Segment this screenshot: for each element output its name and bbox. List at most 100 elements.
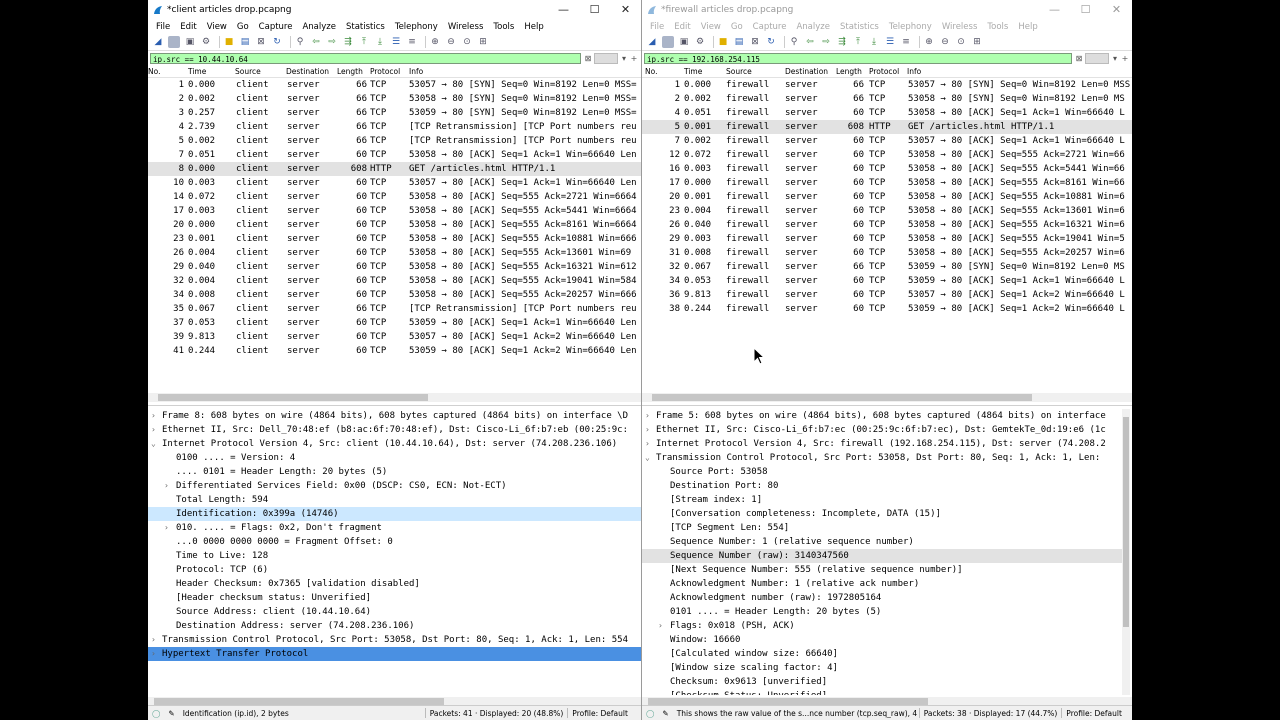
normal-size-icon[interactable]: ⊙ bbox=[955, 36, 967, 48]
detail-line[interactable]: Sequence Number: 1 (relative sequence nu… bbox=[642, 535, 1122, 549]
restart-capture-icon[interactable]: ▣ bbox=[184, 36, 196, 48]
go-back-icon[interactable]: ⇦ bbox=[310, 36, 322, 48]
normal-size-icon[interactable]: ⊙ bbox=[461, 36, 473, 48]
detail-line[interactable]: ...0 0000 0000 0000 = Fragment Offset: 0 bbox=[148, 535, 641, 549]
menu-statistics[interactable]: Statistics bbox=[341, 22, 390, 32]
maximize-button[interactable]: ☐ bbox=[1070, 0, 1101, 19]
detail-line[interactable]: 0100 .... = Version: 4 bbox=[148, 451, 641, 465]
expand-arrow-icon[interactable]: › bbox=[151, 409, 156, 423]
menu-help[interactable]: Help bbox=[1013, 22, 1042, 32]
colorize-icon[interactable]: ≡ bbox=[900, 36, 912, 48]
expand-arrow-icon[interactable]: › bbox=[164, 479, 169, 493]
menu-analyze[interactable]: Analyze bbox=[297, 22, 341, 32]
status-profile[interactable]: Profile: Default bbox=[568, 709, 632, 718]
detail-line[interactable]: Source Port: 53058 bbox=[642, 465, 1122, 479]
menu-telephony[interactable]: Telephony bbox=[390, 22, 443, 32]
hscroll-thumb[interactable] bbox=[652, 394, 1032, 401]
detail-line[interactable]: › Ethernet II, Src: Cisco-Li_6f:b7:ec (00… bbox=[642, 423, 1122, 437]
packet-row[interactable]: 31 0.008 firewall server 60 TCP 53058 → 80 [AC… bbox=[642, 246, 1132, 260]
detail-line[interactable]: [Conversation completeness: Incomplete, … bbox=[642, 507, 1122, 521]
hscroll-thumb[interactable] bbox=[158, 394, 428, 401]
packet-list-hscroll[interactable] bbox=[642, 393, 1132, 402]
detail-line[interactable]: › Ethernet II, Src: Dell_70:48:ef (b8:ac:… bbox=[148, 423, 641, 437]
save-file-icon[interactable]: ▤ bbox=[239, 36, 251, 48]
packet-row[interactable]: 41 0.244 client server 60 TCP 53059 → 80 [ACK]… bbox=[148, 344, 641, 358]
go-forward-icon[interactable]: ⇨ bbox=[326, 36, 338, 48]
col-header-time[interactable]: Time bbox=[684, 67, 702, 76]
detail-line[interactable]: [Calculated window size: 66640] bbox=[642, 647, 1122, 661]
expand-arrow-icon[interactable]: › bbox=[645, 437, 650, 451]
detail-line[interactable]: Total Length: 594 bbox=[148, 493, 641, 507]
open-file-icon[interactable]: ■ bbox=[717, 36, 729, 48]
filter-dropdown-icon[interactable]: ▾ bbox=[619, 53, 629, 63]
detail-line[interactable]: Header Checksum: 0x7365 [validation disa… bbox=[148, 577, 641, 591]
edit-comment-icon[interactable]: ✎ bbox=[164, 709, 178, 718]
packet-row[interactable]: 36 9.813 firewall server 60 TCP 53057 → 80 [AC… bbox=[642, 288, 1132, 302]
detail-line[interactable]: [Window size scaling factor: 4] bbox=[642, 661, 1122, 675]
detail-line[interactable]: › Flags: 0x018 (PSH, ACK) bbox=[642, 619, 1122, 633]
col-header-no[interactable]: No. bbox=[645, 67, 657, 76]
menu-capture[interactable]: Capture bbox=[748, 22, 792, 32]
clear-filter-icon[interactable]: ⊠ bbox=[1074, 53, 1084, 63]
packet-row[interactable]: 4 2.739 client server 66 TCP [TCP Retransmissi… bbox=[148, 120, 641, 134]
details-vscroll[interactable] bbox=[1122, 409, 1130, 695]
collapse-arrow-icon[interactable]: ⌄ bbox=[645, 451, 650, 465]
menu-telephony[interactable]: Telephony bbox=[884, 22, 937, 32]
expand-arrow-icon[interactable]: › bbox=[151, 647, 156, 661]
expert-info-icon[interactable]: ◯ bbox=[642, 709, 658, 718]
menu-tools[interactable]: Tools bbox=[982, 22, 1013, 32]
restart-capture-icon[interactable]: ▣ bbox=[678, 36, 690, 48]
detail-line[interactable]: .... 0101 = Header Length: 20 bytes (5) bbox=[148, 465, 641, 479]
packet-row[interactable]: 3 0.257 client server 66 TCP 53059 → 80 [SYN] … bbox=[148, 106, 641, 120]
packet-row[interactable]: 1 0.000 client server 66 TCP 53057 → 80 [SYN] … bbox=[148, 78, 641, 92]
packet-row[interactable]: 23 0.001 client server 60 TCP 53058 → 80 [ACK]… bbox=[148, 232, 641, 246]
detail-line[interactable]: › 010. .... = Flags: 0x2, Don't fragment bbox=[148, 521, 641, 535]
menu-file[interactable]: File bbox=[151, 22, 175, 32]
menu-statistics[interactable]: Statistics bbox=[835, 22, 884, 32]
expand-arrow-icon[interactable]: › bbox=[164, 521, 169, 535]
packet-row[interactable]: 5 0.002 client server 66 TCP [TCP Retransmissi… bbox=[148, 134, 641, 148]
packet-row[interactable]: 14 0.072 client server 60 TCP 53058 → 80 [ACK]… bbox=[148, 190, 641, 204]
detail-line[interactable]: › Internet Protocol Version 4, Src: firew… bbox=[642, 437, 1122, 451]
display-filter-input[interactable]: ip.src == 192.168.254.115 bbox=[644, 52, 1072, 64]
packet-row[interactable]: 26 0.004 client server 60 TCP 53058 → 80 [ACK]… bbox=[148, 246, 641, 260]
col-header-source[interactable]: Source bbox=[235, 67, 261, 76]
minimize-button[interactable]: — bbox=[1039, 0, 1070, 19]
reload-file-icon[interactable]: ↻ bbox=[271, 36, 283, 48]
packet-row[interactable]: 29 0.003 firewall server 60 TCP 53058 → 80 [AC… bbox=[642, 232, 1132, 246]
packet-list-hscroll[interactable] bbox=[148, 393, 641, 402]
menu-view[interactable]: View bbox=[696, 22, 726, 32]
expert-info-icon[interactable]: ◯ bbox=[148, 709, 164, 718]
col-header-source[interactable]: Source bbox=[726, 67, 752, 76]
col-header-length[interactable]: Length bbox=[337, 67, 363, 76]
first-packet-icon[interactable]: ⤒ bbox=[358, 36, 370, 48]
packet-row[interactable]: 12 0.072 firewall server 60 TCP 53058 → 80 [AC… bbox=[642, 148, 1132, 162]
start-capture-icon[interactable]: ◢ bbox=[646, 36, 658, 48]
resize-columns-icon[interactable]: ⊞ bbox=[971, 36, 983, 48]
packet-row[interactable]: 32 0.067 firewall server 66 TCP 53059 → 80 [SY… bbox=[642, 260, 1132, 274]
detail-line[interactable]: [TCP Segment Len: 554] bbox=[642, 521, 1122, 535]
go-back-icon[interactable]: ⇦ bbox=[804, 36, 816, 48]
apply-filter-button[interactable] bbox=[594, 52, 618, 64]
col-header-destination[interactable]: Destination bbox=[785, 67, 828, 76]
detail-line[interactable]: Identification: 0x399a (14746) bbox=[148, 507, 641, 521]
capture-options-icon[interactable]: ⚙ bbox=[694, 36, 706, 48]
start-capture-icon[interactable]: ◢ bbox=[152, 36, 164, 48]
expand-arrow-icon[interactable]: › bbox=[645, 423, 650, 437]
detail-line[interactable]: Acknowledgment Number: 1 (relative ack n… bbox=[642, 577, 1122, 591]
autoscroll-icon[interactable]: ☰ bbox=[884, 36, 896, 48]
menu-go[interactable]: Go bbox=[726, 22, 748, 32]
packet-row[interactable]: 20 0.001 firewall server 60 TCP 53058 → 80 [AC… bbox=[642, 190, 1132, 204]
col-header-destination[interactable]: Destination bbox=[286, 67, 329, 76]
menu-view[interactable]: View bbox=[202, 22, 232, 32]
menu-go[interactable]: Go bbox=[232, 22, 254, 32]
col-header-no[interactable]: No. bbox=[148, 67, 160, 76]
autoscroll-icon[interactable]: ☰ bbox=[390, 36, 402, 48]
stop-capture-icon[interactable] bbox=[662, 36, 674, 48]
packet-row[interactable]: 37 0.053 client server 60 TCP 53059 → 80 [ACK]… bbox=[148, 316, 641, 330]
find-packet-icon[interactable]: ⚲ bbox=[294, 36, 306, 48]
packet-row[interactable]: 4 0.051 firewall server 60 TCP 53058 → 80 [ACK… bbox=[642, 106, 1132, 120]
detail-line[interactable]: ⌄ Transmission Control Protocol, Src Port… bbox=[642, 451, 1122, 465]
detail-line[interactable]: 0101 .... = Header Length: 20 bytes (5) bbox=[642, 605, 1122, 619]
detail-line[interactable]: Destination Address: server (74.208.236.… bbox=[148, 619, 641, 633]
